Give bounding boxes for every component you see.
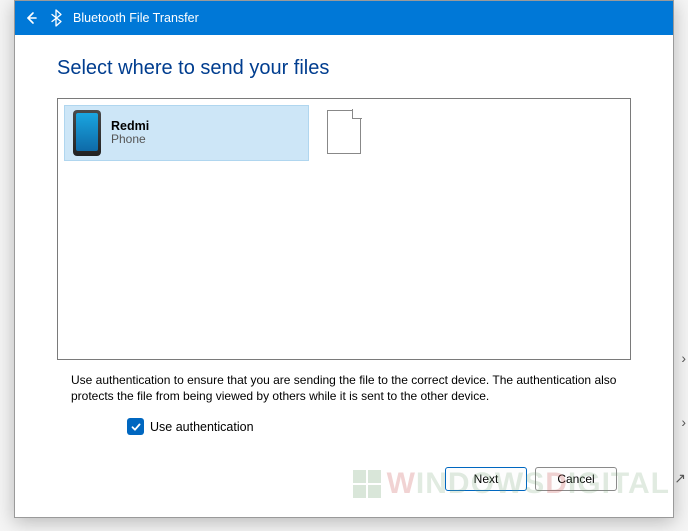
phone-icon [73, 110, 103, 156]
device-item-redmi[interactable]: Redmi Phone [64, 105, 309, 161]
device-list: Redmi Phone [57, 98, 631, 360]
titlebar: Bluetooth File Transfer [15, 1, 673, 35]
page-heading: Select where to send your files [57, 57, 631, 80]
use-authentication-row[interactable]: Use authentication [57, 418, 631, 435]
next-button[interactable]: Next [445, 467, 527, 491]
window-title: Bluetooth File Transfer [73, 11, 199, 25]
bg-external-icon: ↗ [674, 470, 686, 487]
bluetooth-transfer-window: Bluetooth File Transfer Select where to … [14, 0, 674, 518]
cancel-button[interactable]: Cancel [535, 467, 617, 491]
device-type: Phone [111, 133, 149, 147]
file-icon[interactable] [327, 110, 361, 154]
authentication-description: Use authentication to ensure that you ar… [57, 372, 631, 404]
device-name: Redmi [111, 119, 149, 133]
bg-chevron-icon: › [681, 414, 686, 430]
back-arrow-icon[interactable] [23, 10, 39, 26]
footer-buttons: Next Cancel [57, 467, 631, 505]
use-authentication-label: Use authentication [150, 420, 254, 434]
bluetooth-icon [49, 9, 63, 27]
device-text: Redmi Phone [111, 119, 149, 147]
bg-chevron-icon: › [681, 350, 686, 366]
use-authentication-checkbox[interactable] [127, 418, 144, 435]
content-area: Select where to send your files Redmi Ph… [15, 35, 673, 517]
